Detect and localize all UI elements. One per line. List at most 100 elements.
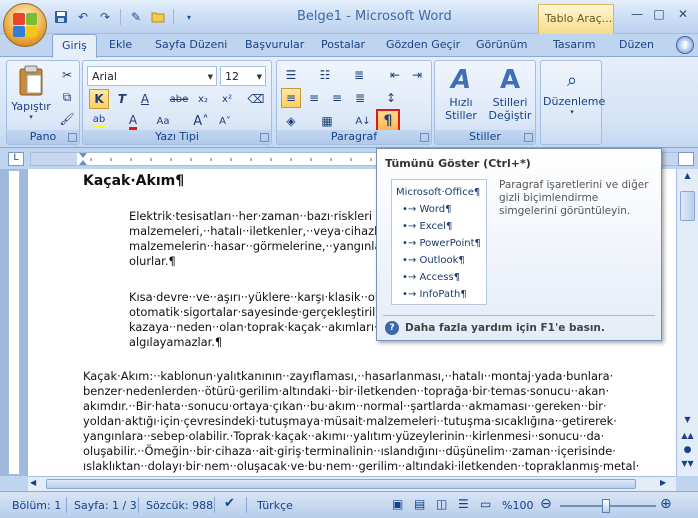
bold-button[interactable]: K [89,89,109,109]
group-paragraf: ☰ ☷ ≣ ⇤ ⇥ ≡ ≡ ≡ ≣ ↕ ◈ ▦ A↓ ¶ Paragraf [276,60,432,145]
change-styles-button[interactable]: A Stilleri Değiştir [485,64,535,128]
paste-button[interactable]: Yapıştır ▾ [11,65,51,125]
draft-view-icon[interactable]: ▭ [480,497,491,511]
group-label-duzenleme [541,130,601,144]
grow-font-icon[interactable]: A˄ [191,111,211,131]
decrease-indent-icon[interactable]: ⇤ [385,65,405,85]
clear-formatting-icon[interactable]: ⌫ [246,89,266,109]
paragraph-3: Kaçak·Akım:··kablonun·yalıtkanının··zayı… [83,369,640,473]
highlight-color-icon[interactable]: ab [89,111,109,131]
cut-icon[interactable]: ✂ [57,65,77,85]
status-word-count[interactable]: Sözcük: 988 [146,499,213,512]
zoom-slider-thumb[interactable] [602,499,610,513]
subscript-button[interactable]: x₂ [193,89,213,109]
close-button[interactable]: ✕ [672,6,694,22]
italic-button[interactable]: T [112,89,132,109]
stiller-launcher-icon[interactable] [524,133,533,142]
status-language[interactable]: Türkçe [257,499,293,512]
paragraf-launcher-icon[interactable] [420,133,429,142]
tab-basvurular[interactable]: Başvurular [245,38,304,51]
redo-icon[interactable]: ↷ [96,8,114,26]
align-center-button[interactable]: ≡ [304,88,324,108]
zoom-in-icon[interactable]: ⊕ [660,496,672,512]
tab-sayfa-duzeni[interactable]: Sayfa Düzeni [155,38,227,51]
office-button[interactable] [3,3,47,47]
scroll-down-icon[interactable]: ▼ [680,415,695,429]
bullets-icon[interactable]: ☰ [281,65,301,85]
document-heading: Kaçak·Akım¶ [83,173,185,189]
status-section[interactable]: Bölüm: 1 [12,499,61,512]
shrink-font-icon[interactable]: A˅ [215,111,235,131]
undo-icon[interactable]: ↶ [74,8,92,26]
align-right-button[interactable]: ≡ [327,88,347,108]
editing-button[interactable]: ⌕ Düzenleme ▾ [543,67,606,129]
h-scroll-thumb[interactable] [46,479,636,489]
horizontal-scrollbar[interactable]: ◀ ▶ [28,476,676,491]
line-spacing-icon[interactable]: ↕ [381,88,401,108]
table-tools-context-tab[interactable]: Tablo Araç... [538,4,614,34]
full-screen-reading-icon[interactable]: ▤ [414,497,425,511]
help-circle-icon: ? [385,321,399,335]
tab-gorunum[interactable]: Görünüm [476,38,527,51]
shading-icon[interactable]: ◈ [281,111,301,131]
minimize-button[interactable]: — [626,6,648,22]
pano-launcher-icon[interactable] [68,133,77,142]
show-hide-tooltip: Tümünü Göster (Ctrl+*) Microsoft·Office¶… [376,148,662,341]
scroll-left-icon[interactable]: ◀ [30,478,44,490]
font-size-value: 12 [225,70,239,83]
change-styles-label: Stilleri Değiştir [488,96,532,122]
numbering-icon[interactable]: ☷ [315,65,335,85]
print-layout-view-icon[interactable]: ▣ [392,497,403,511]
view-ruler-icon[interactable] [678,152,694,166]
open-folder-icon[interactable] [149,8,167,26]
copy-icon[interactable]: ⧉ [57,87,77,107]
font-name-combo[interactable]: Arial ▼ [87,66,217,86]
quick-styles-button[interactable]: A Hızlı Stiller [439,64,483,128]
previous-page-icon[interactable]: ▲▲ [680,431,695,443]
paragraph-1: Elektrik·tesisatları··her·zaman··bazı·ri… [129,209,385,268]
tab-gozden-gecir[interactable]: Gözden Geçir [386,38,460,51]
tab-selector-icon[interactable]: L [8,152,24,166]
web-layout-icon[interactable]: ◫ [436,497,447,511]
paste-label: Yapıştır [11,100,51,113]
font-color-icon[interactable]: A [123,111,143,131]
tab-ekle[interactable]: Ekle [109,38,132,51]
browse-object-icon[interactable]: ● [680,445,695,457]
scroll-thumb[interactable] [680,191,695,221]
change-case-icon[interactable]: Aa [153,111,173,131]
editing-label: Düzenleme [543,95,606,108]
save-icon[interactable] [52,8,70,26]
tab-postalar[interactable]: Postalar [321,38,365,51]
vertical-scrollbar[interactable]: ▲ ▼ ▲▲ ● ▼▼ [676,169,698,476]
justify-button[interactable]: ≣ [350,88,370,108]
customize-toolbar-icon[interactable]: ▾ [180,8,198,26]
next-page-icon[interactable]: ▼▼ [680,459,695,471]
format-painter-icon[interactable]: 🖌 [57,109,77,129]
strikethrough-button[interactable]: abe [169,89,189,109]
help-icon[interactable]: ? [676,36,694,54]
align-left-button[interactable]: ≡ [281,88,301,108]
borders-icon[interactable]: ▦ [317,111,337,131]
binoculars-icon: ⌕ [566,70,578,91]
maximize-button[interactable]: □ [648,6,670,22]
tab-duzen[interactable]: Düzen [619,38,654,51]
increase-indent-icon[interactable]: ⇥ [407,65,427,85]
status-page[interactable]: Sayfa: 1 / 3 [74,499,137,512]
zoom-slider[interactable] [560,499,656,513]
superscript-button[interactable]: x² [217,89,237,109]
tab-tasarim[interactable]: Tasarım [553,38,595,51]
tab-giris[interactable]: Giriş [52,34,97,58]
scroll-up-icon[interactable]: ▲ [680,171,695,185]
underline-button[interactable]: A [135,89,155,109]
edit-icon[interactable]: ✎ [127,8,145,26]
group-duzenleme: ⌕ Düzenleme ▾ [540,60,606,145]
scroll-right-icon[interactable]: ▶ [660,478,674,490]
proofing-icon[interactable]: ✔ [224,496,235,511]
zoom-out-icon[interactable]: ⊖ [540,496,552,512]
outline-view-icon[interactable]: ☰ [458,497,469,511]
multilevel-list-icon[interactable]: ≣ [349,65,369,85]
zoom-level[interactable]: %100 [502,499,533,512]
yazi-tipi-launcher-icon[interactable] [260,133,269,142]
sort-icon[interactable]: A↓ [353,111,373,131]
font-size-combo[interactable]: 12 ▼ [220,66,266,86]
